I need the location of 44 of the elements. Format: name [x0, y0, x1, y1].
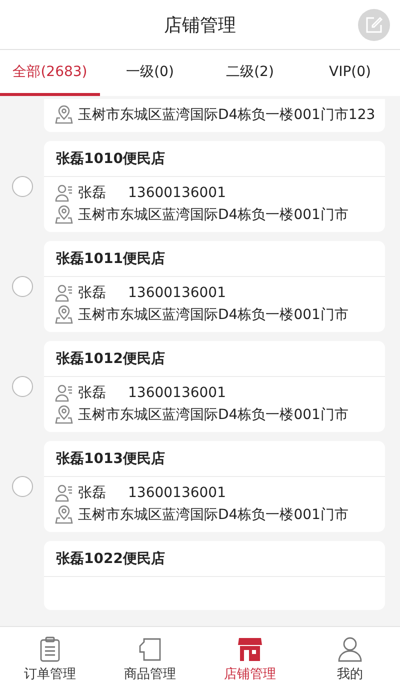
location-icon	[54, 205, 74, 225]
select-radio[interactable]	[12, 476, 32, 497]
contact-phone: 13600136001	[128, 184, 226, 203]
store-address: 玉树市东城区蓝湾国际D4栋负一楼001门市123	[78, 106, 376, 125]
store-address: 玉树市东城区蓝湾国际D4栋负一楼001门市	[78, 406, 348, 425]
location-icon	[54, 505, 74, 525]
select-radio[interactable]	[12, 176, 32, 197]
store-name: 张磊1010便民店	[44, 141, 385, 177]
select-radio[interactable]	[12, 276, 32, 297]
shop-icon	[237, 636, 263, 662]
store-name: 张磊1012便民店	[44, 341, 385, 377]
store-card[interactable]: 张磊1010便民店 张磊 13600136001 玉树市东城区蓝湾国际D4栋负一楼001门市	[44, 141, 385, 232]
location-icon	[54, 305, 74, 325]
person-icon	[54, 283, 74, 303]
store-name: 张磊1022便民店	[44, 541, 385, 577]
contact-phone: 13600136001	[128, 384, 226, 403]
store-card[interactable]: 张磊1013便民店 张磊 13600136001 玉树市东城区蓝湾国际D4栋负一楼001门市	[44, 441, 385, 532]
person-icon	[54, 383, 74, 403]
store-card[interactable]: 张磊1022便民店	[44, 541, 385, 610]
contact-name: 张磊	[78, 284, 106, 303]
select-radio[interactable]	[12, 376, 32, 397]
store-name: 张磊1013便民店	[44, 441, 385, 477]
contact-phone: 13600136001	[128, 284, 226, 303]
store-address: 玉树市东城区蓝湾国际D4栋负一楼001门市	[78, 506, 348, 525]
location-icon	[54, 105, 74, 125]
store-card[interactable]: 玉树市东城区蓝湾国际D4栋负一楼001门市123	[44, 99, 385, 132]
edit-icon	[365, 16, 383, 34]
store-name: 张磊1011便民店	[44, 241, 385, 277]
store-card[interactable]: 张磊1011便民店 张磊 13600136001 玉树市东城区蓝湾国际D4栋负一楼001门市	[44, 241, 385, 332]
user-icon	[337, 636, 363, 662]
contact-name: 张磊	[78, 184, 106, 203]
store-address: 玉树市东城区蓝湾国际D4栋负一楼001门市	[78, 206, 348, 225]
contact-name: 张磊	[78, 484, 106, 503]
page-title: 店铺管理	[164, 14, 236, 36]
store-address: 玉树市东城区蓝湾国际D4栋负一楼001门市	[78, 306, 348, 325]
contact-name: 张磊	[78, 384, 106, 403]
clipboard-icon	[38, 636, 62, 662]
store-card[interactable]: 张磊1012便民店 张磊 13600136001 玉树市东城区蓝湾国际D4栋负一楼001门市	[44, 341, 385, 432]
person-icon	[54, 483, 74, 503]
edit-button[interactable]	[358, 9, 390, 41]
contact-phone: 13600136001	[128, 484, 226, 503]
location-icon	[54, 405, 74, 425]
folder-icon	[137, 636, 163, 662]
person-icon	[54, 183, 74, 203]
